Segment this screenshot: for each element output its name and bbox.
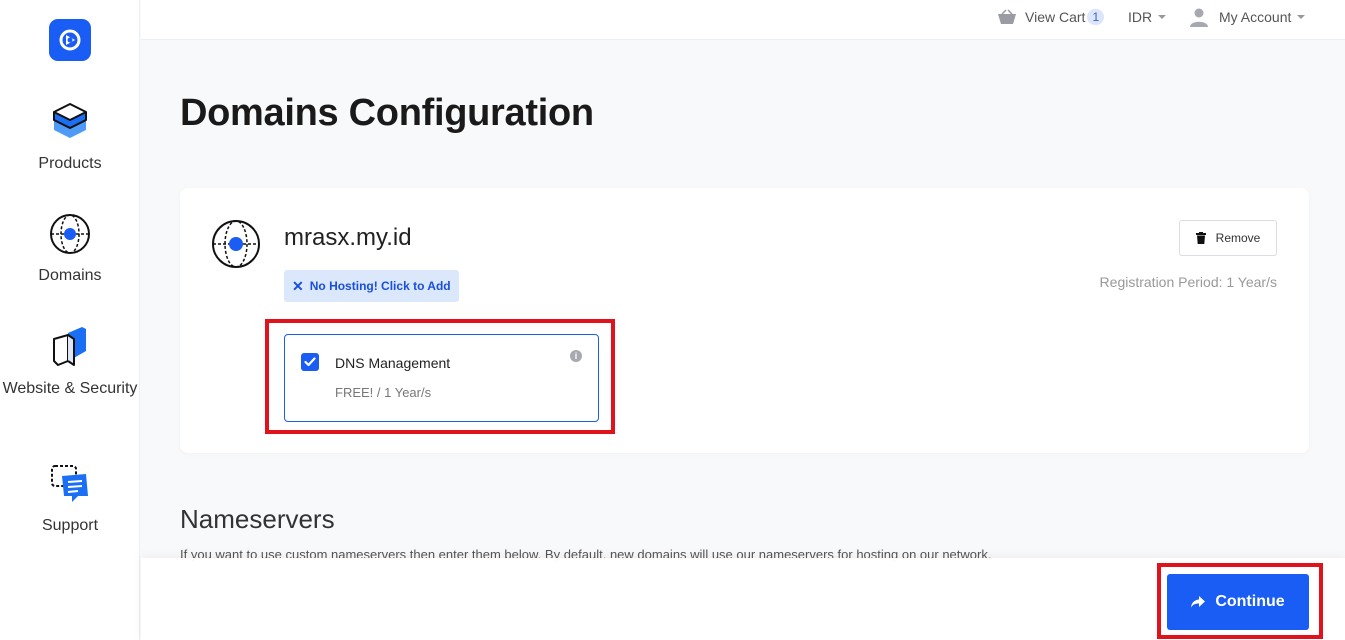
- nameservers-heading: Nameservers: [180, 504, 335, 534]
- add-hosting-button[interactable]: ✕ No Hosting! Click to Add: [284, 270, 459, 302]
- domain-card: mrasx.my.id ✕ No Hosting! Click to Add R…: [180, 188, 1309, 453]
- dns-management-checkbox[interactable]: [301, 353, 319, 371]
- sidebar-item-domains[interactable]: Domains: [0, 212, 140, 288]
- chevron-down-icon: [1158, 15, 1167, 19]
- sidebar-item-label: Products: [38, 155, 102, 172]
- addon-price: FREE! / 1 Year/s: [335, 385, 432, 400]
- view-cart-link[interactable]: View Cart 1: [997, 0, 1105, 34]
- currency-label: IDR: [1128, 9, 1153, 25]
- sidebar-item-label: Domains: [38, 267, 102, 284]
- currency-dropdown[interactable]: IDR: [1128, 0, 1167, 34]
- share-arrow-icon: [1191, 596, 1206, 608]
- sidebar-item-support[interactable]: Support: [0, 462, 140, 538]
- domain-name: mrasx.my.id: [284, 224, 412, 251]
- sidebar-item-website-security[interactable]: Website & Security: [0, 325, 140, 401]
- user-icon: [1190, 8, 1208, 27]
- logo-icon: [59, 29, 81, 51]
- view-cart-label: View Cart: [1025, 9, 1086, 25]
- shield-book-icon: [53, 327, 86, 366]
- dns-management-addon[interactable]: DNS Management FREE! / 1 Year/s i: [284, 334, 599, 422]
- products-box-icon: [53, 103, 87, 138]
- page-title: Domains Configuration: [180, 92, 594, 134]
- chat-support-icon: [51, 465, 88, 502]
- top-bar: View Cart 1 IDR My Account: [141, 0, 1345, 40]
- remove-label: Remove: [1215, 231, 1261, 245]
- registration-period: Registration Period: 1 Year/s: [1099, 274, 1277, 290]
- sidebar-item-label: Support: [41, 517, 99, 534]
- continue-label: Continue: [1215, 593, 1285, 610]
- globe-icon: [212, 220, 260, 268]
- checkmark-icon: [304, 357, 316, 367]
- close-icon: ✕: [292, 277, 304, 294]
- account-dropdown[interactable]: My Account: [1189, 0, 1306, 34]
- info-icon[interactable]: i: [570, 350, 582, 362]
- sidebar-item-label: Website & Security: [2, 380, 138, 397]
- add-hosting-label: No Hosting! Click to Add: [309, 279, 451, 293]
- trash-icon: [1195, 232, 1206, 244]
- chevron-down-icon: [1297, 15, 1306, 19]
- continue-button[interactable]: Continue: [1167, 574, 1309, 630]
- globe-icon: [50, 214, 90, 254]
- brand-logo[interactable]: [49, 19, 91, 61]
- sidebar: Products Domains Website & Security Supp…: [0, 0, 140, 640]
- addon-title: DNS Management: [335, 355, 451, 371]
- account-label: My Account: [1219, 9, 1292, 25]
- remove-button[interactable]: Remove: [1179, 220, 1277, 256]
- basket-icon: [998, 9, 1016, 24]
- sidebar-item-products[interactable]: Products: [0, 100, 140, 176]
- cart-count-badge: 1: [1087, 9, 1105, 25]
